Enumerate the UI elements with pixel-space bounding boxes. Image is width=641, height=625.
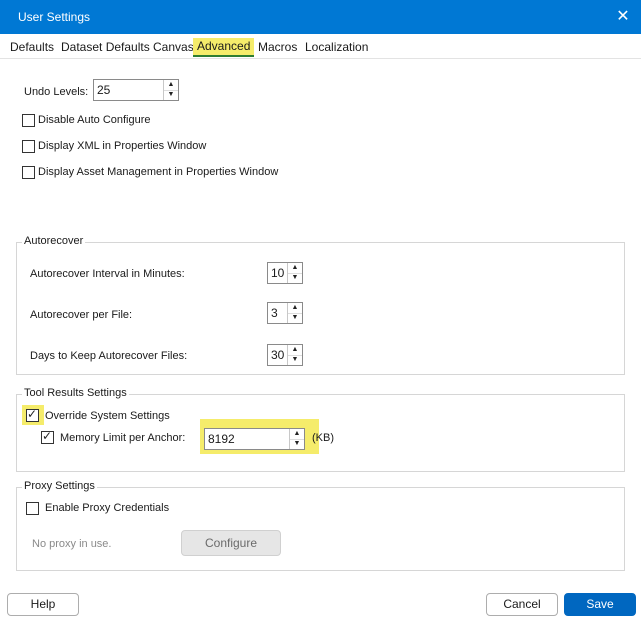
autorecover-interval-stepper[interactable]: 10 ▲ ▼ <box>267 262 303 284</box>
display-asset-label: Display Asset Management in Properties W… <box>38 166 279 178</box>
title-bar: User Settings ✕ <box>0 0 641 34</box>
autorecover-per-file-value: 3 <box>271 306 278 320</box>
down-arrow-icon[interactable]: ▼ <box>288 313 302 323</box>
memory-limit-label: Memory Limit per Anchor: <box>60 432 186 444</box>
disable-auto-configure-label: Disable Auto Configure <box>38 114 151 126</box>
tab-localization[interactable]: Localization <box>305 40 368 54</box>
tab-macros[interactable]: Macros <box>258 40 297 54</box>
autorecover-days-stepper[interactable]: 30 ▲ ▼ <box>267 344 303 366</box>
tab-dataset-defaults[interactable]: Dataset Defaults <box>61 40 150 54</box>
memory-limit-value: 8192 <box>208 432 235 446</box>
memory-limit-stepper[interactable]: 8192 ▲ ▼ <box>204 428 305 450</box>
proxy-title: Proxy Settings <box>22 480 97 492</box>
enable-proxy-label: Enable Proxy Credentials <box>45 502 170 514</box>
cancel-button[interactable]: Cancel <box>486 593 558 616</box>
memory-limit-checkbox[interactable] <box>41 429 54 444</box>
window-title: User Settings <box>18 10 91 24</box>
display-xml-checkbox[interactable] <box>22 140 35 153</box>
memory-unit-label: (KB) <box>312 432 334 444</box>
display-asset-checkbox[interactable] <box>22 166 35 179</box>
autorecover-per-file-stepper[interactable]: 3 ▲ ▼ <box>267 302 303 324</box>
override-system-label: Override System Settings <box>45 410 170 422</box>
autorecover-interval-value: 10 <box>271 266 285 280</box>
down-arrow-icon[interactable]: ▼ <box>288 273 302 283</box>
display-xml-label: Display XML in Properties Window <box>38 140 207 152</box>
undo-levels-label: Undo Levels: <box>24 86 89 98</box>
tab-advanced[interactable]: Advanced <box>193 38 255 57</box>
proxy-status-text: No proxy in use. <box>32 538 112 550</box>
autorecover-per-file-label: Autorecover per File: <box>30 309 133 321</box>
autorecover-interval-label: Autorecover Interval in Minutes: <box>30 268 185 280</box>
down-arrow-icon[interactable]: ▼ <box>290 439 304 449</box>
undo-levels-value: 25 <box>97 83 111 97</box>
enable-proxy-checkbox[interactable] <box>26 502 39 515</box>
tab-canvas[interactable]: Canvas <box>153 40 194 54</box>
save-button[interactable]: Save <box>564 593 636 616</box>
autorecover-days-value: 30 <box>271 348 285 362</box>
override-system-checkbox[interactable] <box>26 407 39 422</box>
close-icon[interactable]: ✕ <box>612 6 634 28</box>
tool-results-title: Tool Results Settings <box>22 387 129 399</box>
tab-bar: Defaults Dataset Defaults Canvas Advance… <box>0 34 641 59</box>
disable-auto-configure-checkbox[interactable] <box>22 114 35 127</box>
help-button[interactable]: Help <box>7 593 79 616</box>
undo-levels-stepper[interactable]: 25 ▲ ▼ <box>93 79 179 101</box>
proxy-group <box>16 487 625 571</box>
down-arrow-icon[interactable]: ▼ <box>164 90 178 100</box>
configure-button[interactable]: Configure <box>181 530 281 556</box>
autorecover-title: Autorecover <box>22 235 86 247</box>
tab-defaults[interactable]: Defaults <box>10 40 54 54</box>
autorecover-days-label: Days to Keep Autorecover Files: <box>30 350 188 362</box>
down-arrow-icon[interactable]: ▼ <box>288 355 302 365</box>
